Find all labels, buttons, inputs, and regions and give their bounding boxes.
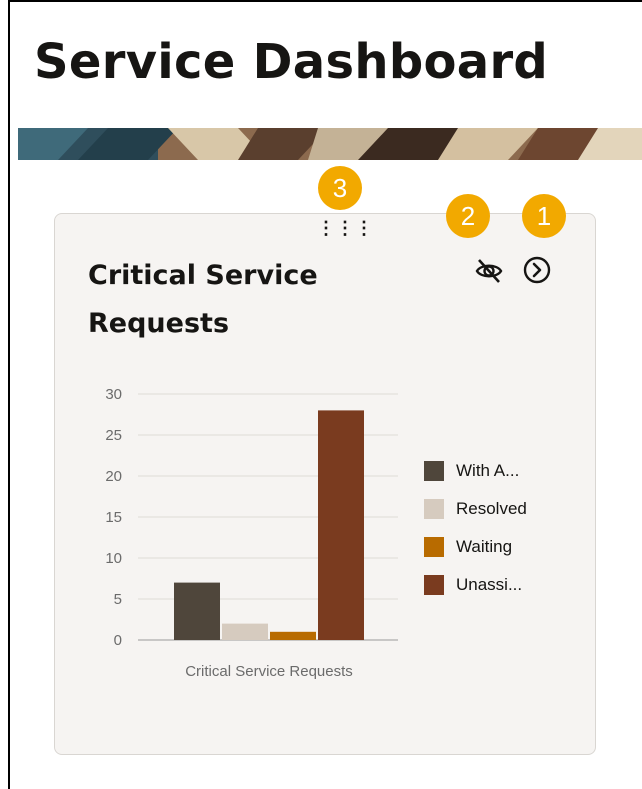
callout-3: 3 xyxy=(318,166,362,210)
legend-item[interactable]: Waiting xyxy=(424,528,527,566)
legend-swatch xyxy=(424,575,444,595)
legend-label: Unassi... xyxy=(456,575,523,594)
y-tick-label: 20 xyxy=(105,468,122,485)
header-banner xyxy=(18,128,642,160)
bar-with-a[interactable] xyxy=(174,582,220,640)
y-axis-ticks: 0 5 10 15 20 25 30 xyxy=(105,386,122,649)
x-axis-category-label: Critical Service Requests xyxy=(185,663,353,680)
y-tick-label: 5 xyxy=(114,591,122,608)
legend-swatch xyxy=(424,461,444,481)
y-tick-label: 30 xyxy=(105,386,122,403)
callout-1: 1 xyxy=(522,194,566,238)
legend-item[interactable]: Resolved xyxy=(424,490,527,528)
chart-legend: With A... Resolved Waiting Unassi... xyxy=(424,452,527,604)
eye-slash-icon xyxy=(475,259,503,283)
page-title: Service Dashboard xyxy=(34,34,549,90)
bar-chart: 0 5 10 15 20 25 30 Critical Service Requests xyxy=(105,386,398,680)
y-tick-label: 25 xyxy=(105,427,122,444)
y-tick-label: 10 xyxy=(105,550,122,567)
drag-handle-icon[interactable]: ⋮⋮⋮ xyxy=(317,219,374,237)
banner-pattern xyxy=(18,128,642,160)
y-tick-label: 15 xyxy=(105,509,122,526)
bar-resolved[interactable] xyxy=(222,623,268,640)
legend-label: With A... xyxy=(456,461,520,480)
legend-swatch xyxy=(424,499,444,519)
legend-item[interactable]: Unassi... xyxy=(424,566,527,604)
chevron-right-circle-icon xyxy=(523,256,551,284)
open-card-button[interactable] xyxy=(522,255,552,290)
legend-item[interactable]: With A... xyxy=(424,452,527,490)
legend-swatch xyxy=(424,537,444,557)
legend-label: Waiting xyxy=(456,537,513,556)
card-title: Critical Service Requests xyxy=(88,260,318,339)
legend-label: Resolved xyxy=(456,499,527,518)
callout-2: 2 xyxy=(446,194,490,238)
hide-card-button[interactable] xyxy=(474,256,504,291)
bar-unassi[interactable] xyxy=(318,410,364,640)
y-tick-label: 0 xyxy=(114,632,122,649)
chart-bars xyxy=(174,410,364,640)
bar-waiting[interactable] xyxy=(270,631,316,640)
